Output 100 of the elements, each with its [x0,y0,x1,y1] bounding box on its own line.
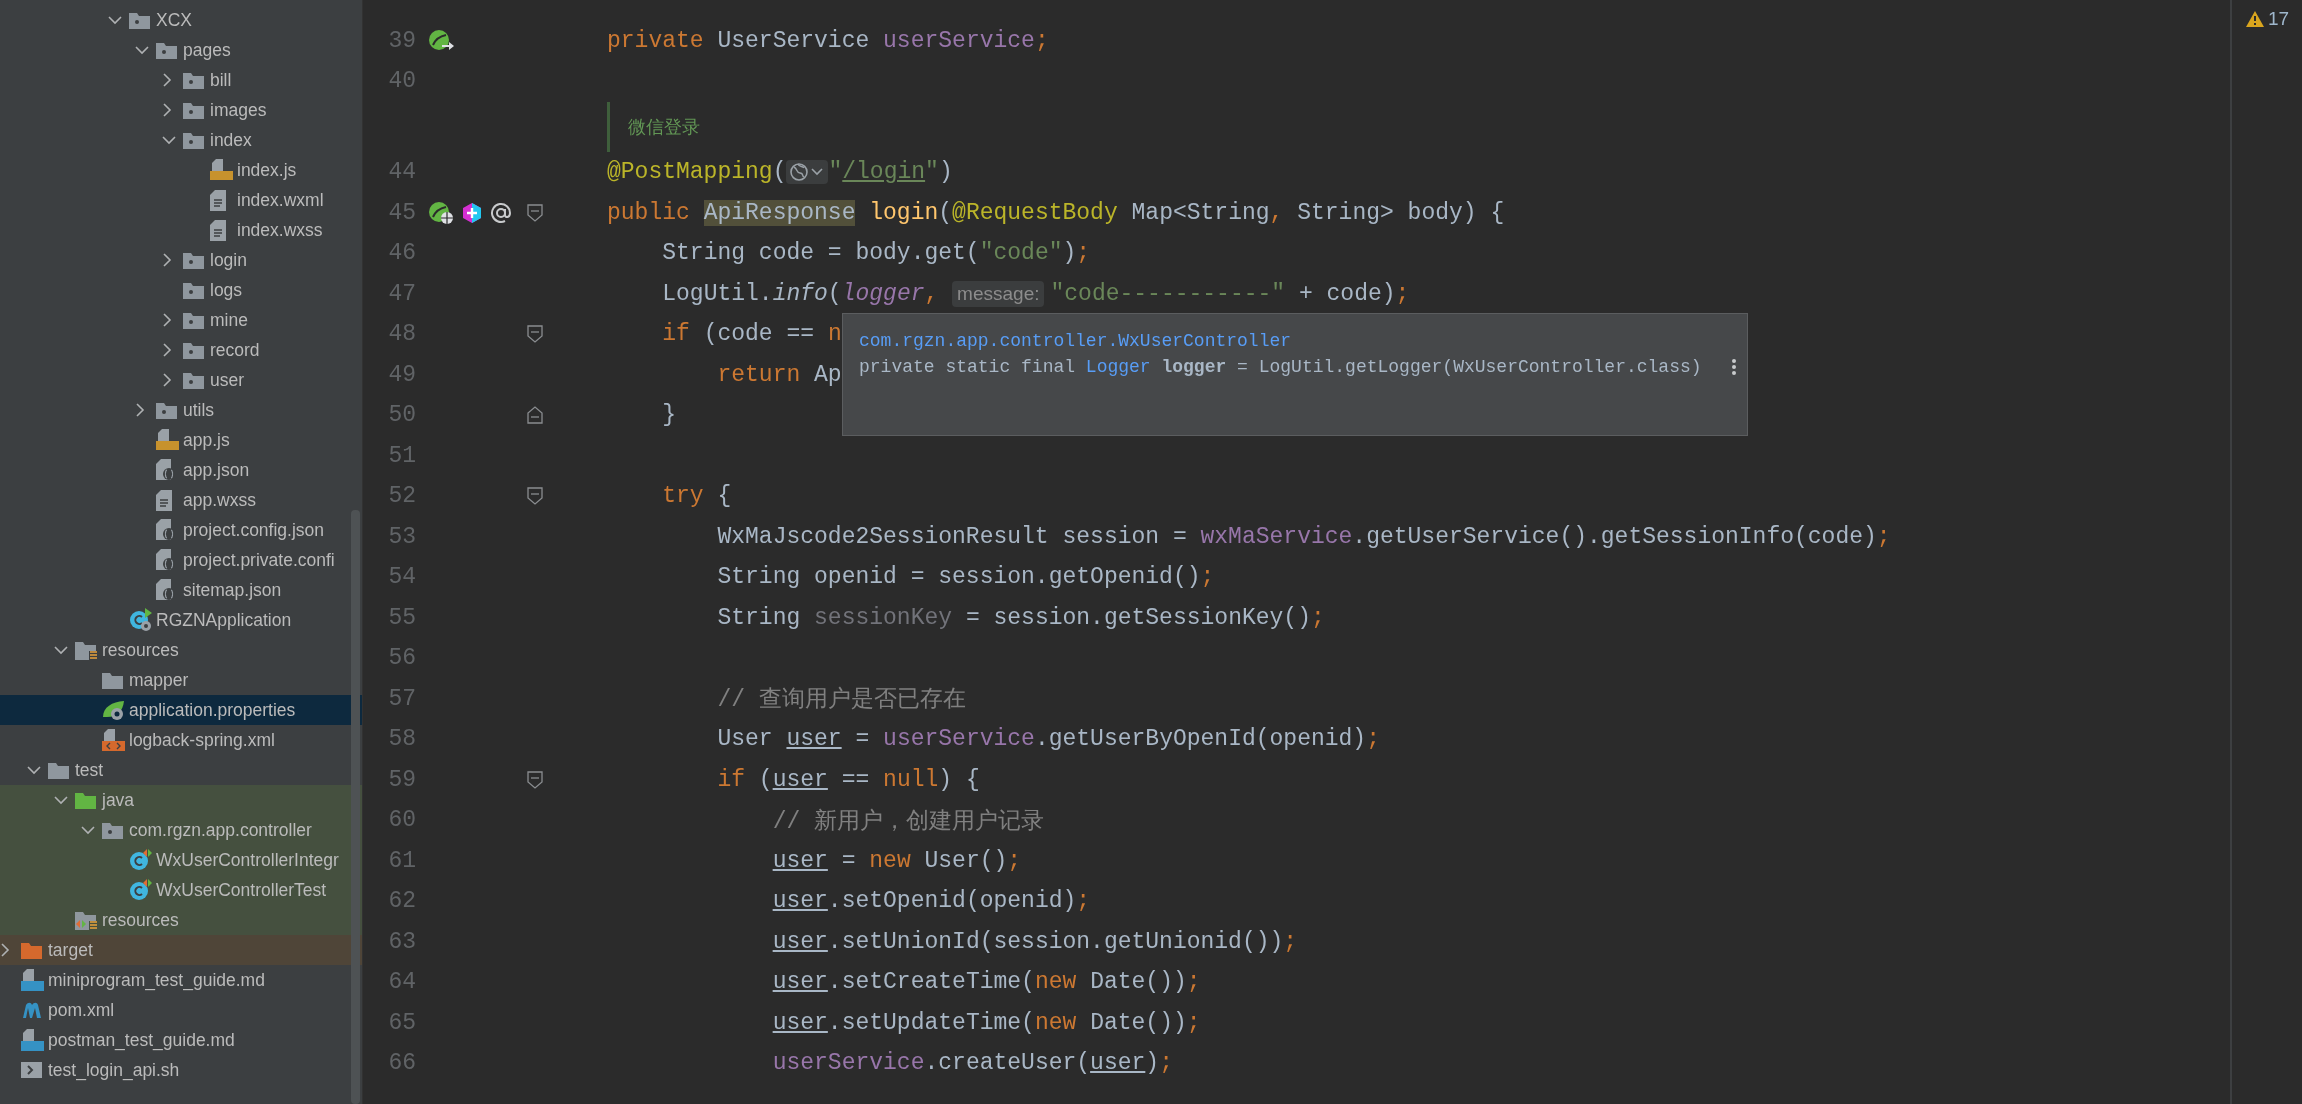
tree-item[interactable]: index.wxml [0,185,362,215]
line-number: 66 [387,1050,416,1077]
tree-item[interactable]: test_login_api.sh [0,1055,362,1085]
line-number: 47 [387,280,416,307]
at-sign-icon[interactable] [490,201,512,224]
json-file-icon [156,519,176,541]
tree-item[interactable]: logs [0,275,362,305]
tree-item[interactable]: index.wxss [0,215,362,245]
folder-icon [21,941,42,959]
code-text: public ApiResponse login(@RequestBody Map<String, String> body) { [607,199,1505,226]
tree-item[interactable]: RGZNApplication [0,605,362,635]
tree-item[interactable]: java [0,785,362,815]
line-number: 58 [387,726,416,753]
line-number: 45 [387,199,416,226]
tree-item[interactable]: pages [0,35,362,65]
class-path[interactable]: com.rgzn.app.controller.WxUserController [859,328,1737,354]
tree-item[interactable]: WxUserControllerTest [0,875,362,905]
tree-item[interactable]: bill [0,65,362,95]
line-number: 54 [387,564,416,591]
tree-item[interactable]: test [0,755,362,785]
code-text: User user = userService.getUserByOpenId(openid); [716,726,1380,753]
tree-item[interactable]: target [0,935,362,965]
code-text: String code = body.get("code"); [661,240,1091,267]
tree-item[interactable]: project.private.confi [0,545,362,575]
tree-item[interactable]: miniprogram_test_guide.md [0,965,362,995]
code-text: LogUtil.info(logger, [661,280,940,307]
fold-icon[interactable] [527,770,543,789]
project-file-icon [21,1001,44,1019]
tree-item[interactable]: mapper [0,665,362,695]
text-file-icon [156,489,172,511]
code-text: userService.createUser(user); [771,1050,1173,1077]
chevron-right-icon[interactable] [162,73,172,87]
line-number: 53 [387,523,416,550]
chevron-right-icon[interactable] [135,403,145,417]
line-number: 60 [387,807,416,834]
tree-item[interactable]: utils [0,395,362,425]
tree-item[interactable]: pom.xml [0,995,362,1025]
field-declaration: private static final Logger logger = LogUtil.getLogger(WxUserController.class) [859,356,1702,379]
tree-item[interactable]: images [0,95,362,125]
line-number: 57 [387,685,416,712]
chevron-down-icon[interactable] [27,765,41,775]
tree-item[interactable]: index [0,125,362,155]
package-folder-icon [183,251,204,269]
chevron-right-icon[interactable] [162,373,172,387]
package-folder-icon [183,101,204,119]
fold-icon[interactable] [527,203,543,222]
tree-item[interactable]: logback-spring.xml [0,725,362,755]
code-text: // 查询用户是否已存在 [716,685,966,715]
bean-navigate-icon[interactable] [428,28,454,53]
md-file-icon [21,969,44,991]
code-text: String sessionKey = session.getSessionKey(); [716,604,1325,631]
plus-hexagon-icon[interactable] [462,201,482,224]
parameter-hint: message: [952,280,1045,307]
chevron-right-icon[interactable] [162,253,172,267]
tree-item[interactable]: app.js [0,425,362,455]
code-text: user = new User(); [771,847,1022,874]
xml-file-icon [102,729,125,751]
tree-item[interactable]: XCX [0,5,362,35]
bean-globe-icon[interactable] [428,200,454,225]
chevron-down-icon[interactable] [162,135,176,145]
tree-item[interactable]: app.json [0,455,362,485]
js-file-icon [210,159,233,181]
tree-item[interactable]: app.wxss [0,485,362,515]
scrollbar-thumb[interactable] [351,510,360,1104]
chevron-right-icon[interactable] [162,313,172,327]
tree-item[interactable]: index.js [0,155,362,185]
chevron-down-icon[interactable] [81,825,95,835]
line-number: 56 [387,645,416,672]
fold-icon[interactable] [527,487,543,506]
tree-item[interactable]: sitemap.json [0,575,362,605]
tree-item[interactable]: application.properties [0,695,362,725]
tree-item[interactable]: user [0,365,362,395]
tree-item[interactable]: resources [0,635,362,665]
chevron-right-icon[interactable] [0,943,10,957]
leaf-gear-icon [102,699,126,721]
tree-item[interactable]: WxUserControllerIntegr [0,845,362,875]
tree-item[interactable]: mine [0,305,362,335]
tree-item[interactable]: com.rgzn.app.controller [0,815,362,845]
fold-icon[interactable] [527,325,543,344]
warnings-indicator[interactable]: 17 [2246,8,2302,30]
tree-item[interactable]: login [0,245,362,275]
chevron-down-icon[interactable] [108,15,122,25]
tree-item[interactable]: postman_test_guide.md [0,1025,362,1055]
more-icon[interactable] [1731,358,1737,376]
chevron-down-icon[interactable] [54,645,68,655]
tree-item[interactable]: project.config.json [0,515,362,545]
chevron-down-icon[interactable] [54,795,68,805]
chevron-down-icon[interactable] [135,45,149,55]
class-icon [129,879,153,901]
line-number: 61 [387,847,416,874]
chevron-right-icon[interactable] [162,103,172,117]
tree-item[interactable]: resources [0,905,362,935]
fold-icon[interactable] [527,406,543,425]
tree-item[interactable]: record [0,335,362,365]
chevron-right-icon[interactable] [162,343,172,357]
json-file-icon [156,549,176,571]
line-number: 50 [387,402,416,429]
resources-folder-icon [75,910,98,930]
folder-icon [75,791,96,809]
globe-dropdown-icon[interactable] [786,160,829,185]
